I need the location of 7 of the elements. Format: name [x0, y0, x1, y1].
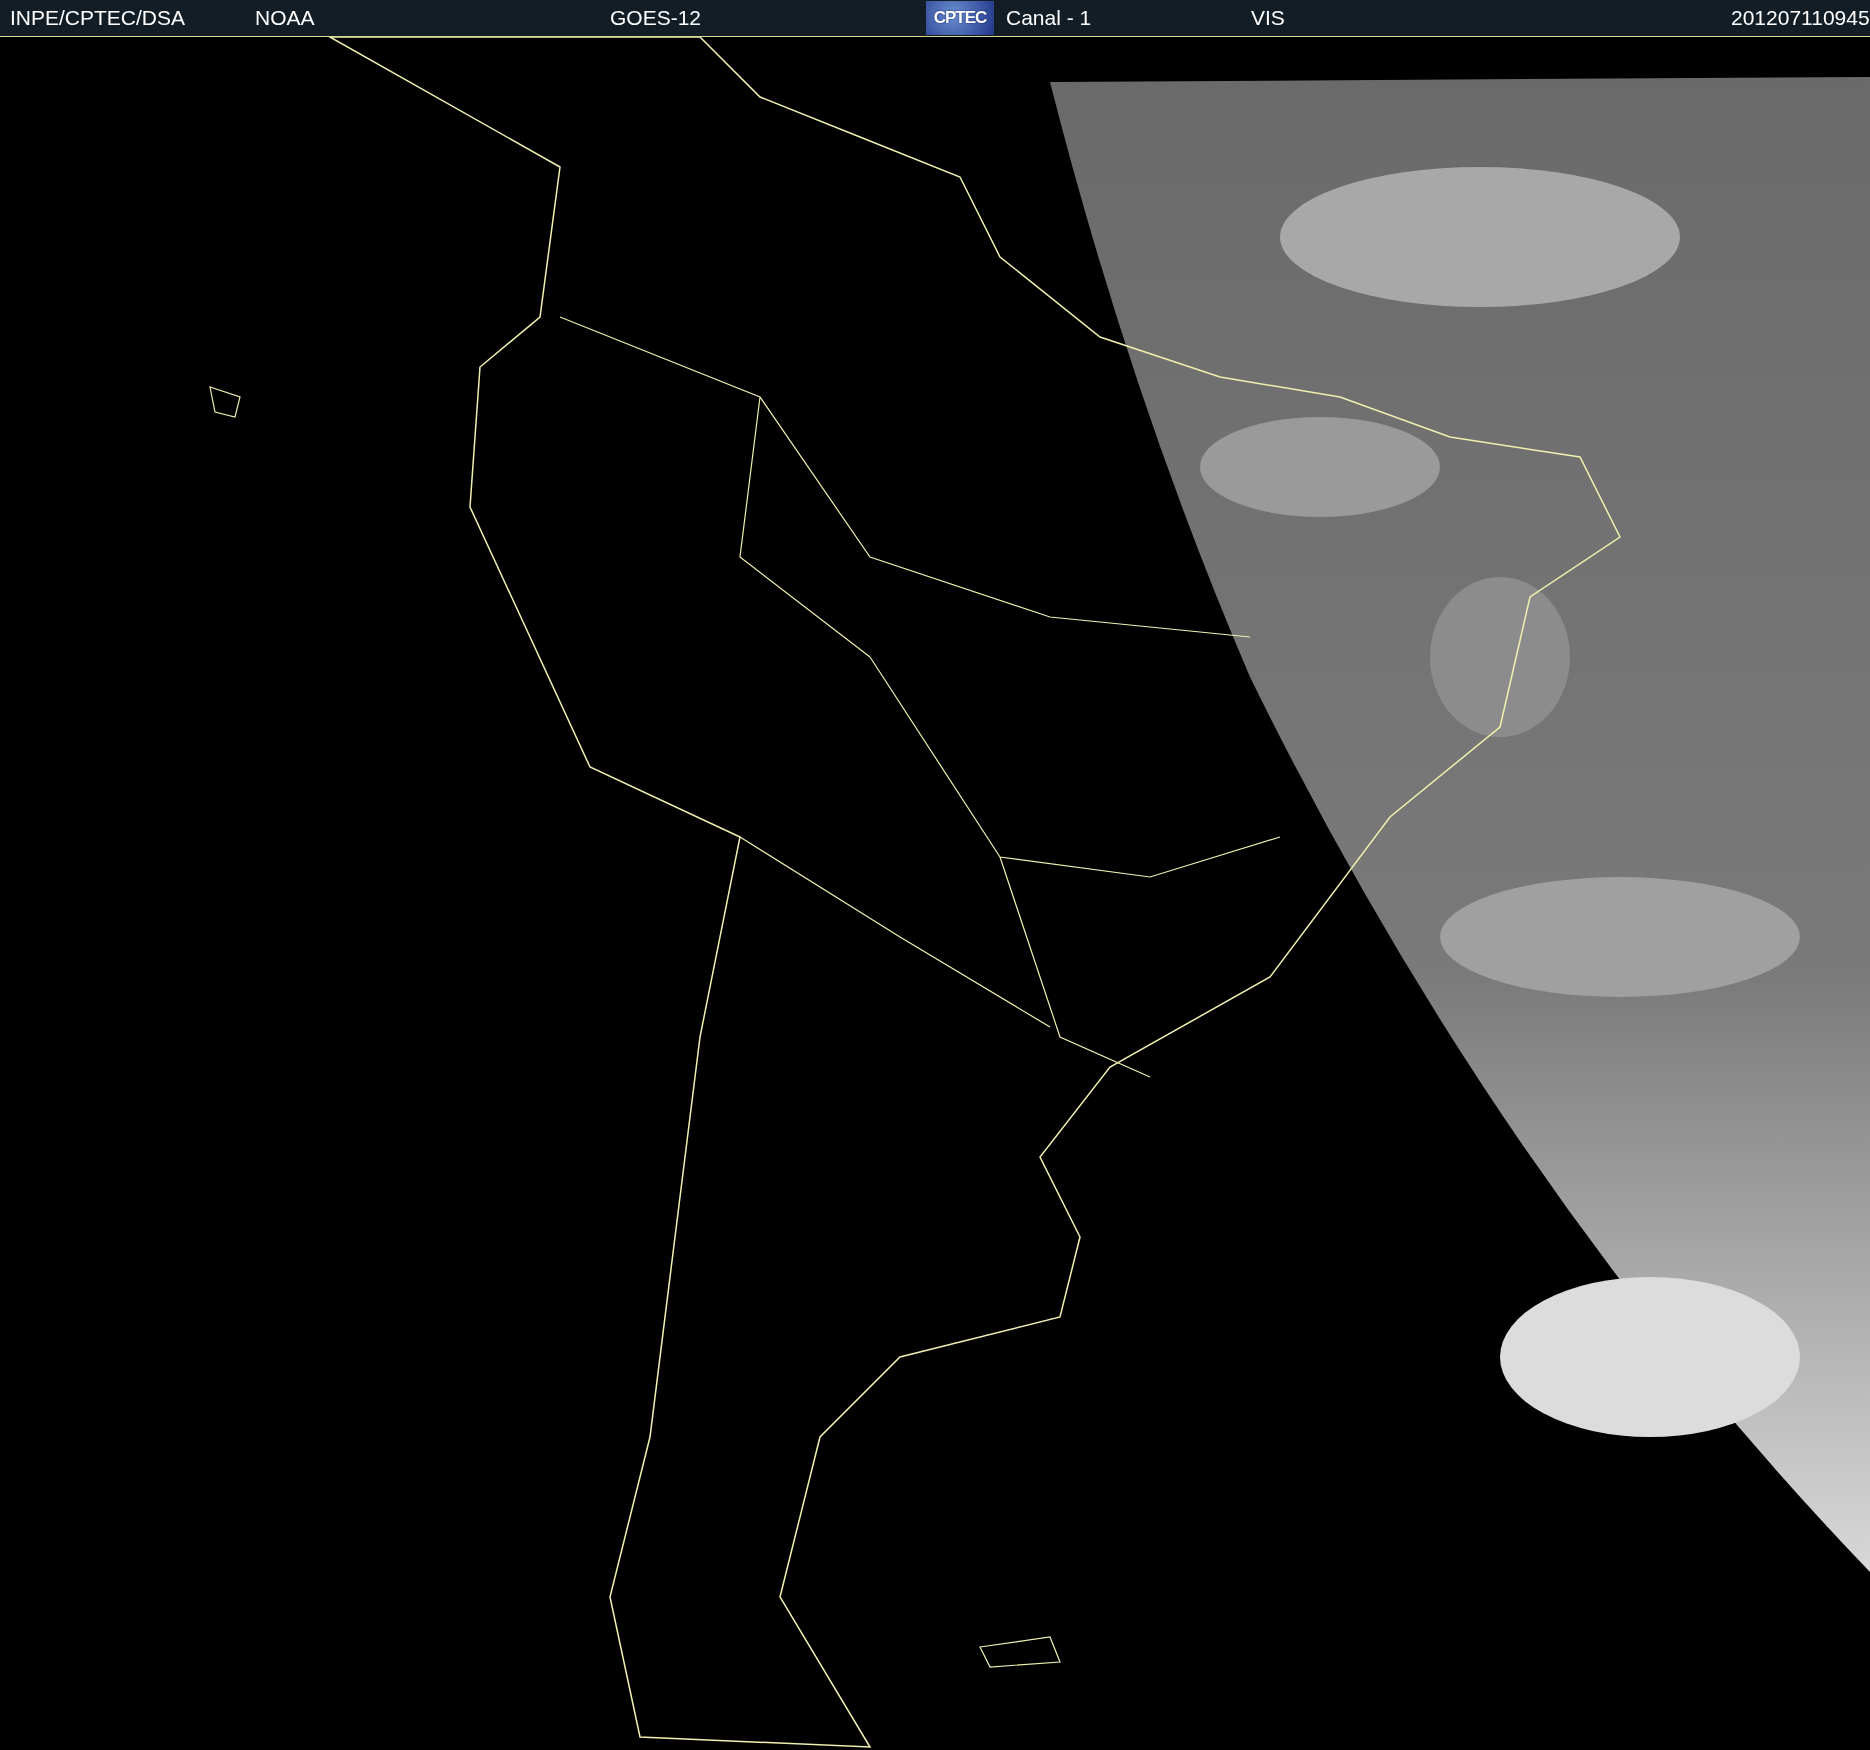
channel-label: Canal - 1 [1006, 5, 1092, 32]
source-label: INPE/CPTEC/DSA [10, 5, 186, 32]
satellite-label: GOES-12 [610, 5, 702, 32]
timestamp-label: 201207110945 [1731, 5, 1870, 32]
logo: CPTEC [926, 1, 994, 35]
agency-label: NOAA [255, 5, 315, 32]
band-label: VIS [1251, 5, 1285, 32]
